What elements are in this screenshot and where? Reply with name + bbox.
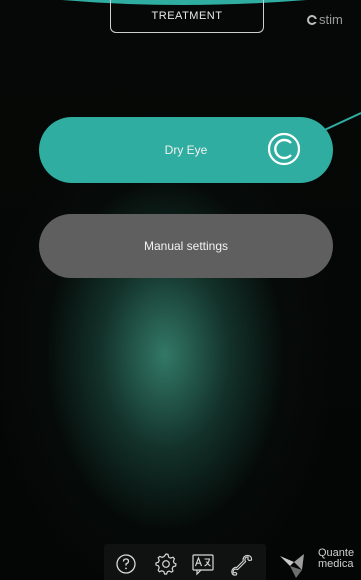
- quantel-logo-text: Quante medica: [318, 548, 354, 570]
- translate-icon[interactable]: [190, 552, 216, 576]
- brand-text: stim: [319, 12, 343, 27]
- brand-logo: stim: [307, 12, 343, 27]
- tab-treatment-label: TREATMENT: [151, 9, 223, 22]
- app-screen: TREATMENT stim Dry Eye Manual settings Q…: [0, 0, 361, 580]
- tab-treatment[interactable]: TREATMENT: [110, 0, 264, 33]
- manual-settings-label: Manual settings: [143, 239, 229, 253]
- callout-line: [300, 112, 361, 146]
- c-logo-icon: [267, 132, 301, 166]
- logo-line2: medica: [318, 558, 354, 570]
- manual-settings-button[interactable]: Manual settings: [39, 214, 333, 278]
- settings-icon[interactable]: [153, 552, 179, 576]
- brand-mark-icon: [307, 14, 317, 25]
- dry-eye-label: Dry Eye: [164, 143, 208, 157]
- top-bar: TREATMENT stim: [0, 0, 361, 34]
- help-icon[interactable]: [113, 552, 139, 576]
- wrench-icon[interactable]: [229, 552, 255, 576]
